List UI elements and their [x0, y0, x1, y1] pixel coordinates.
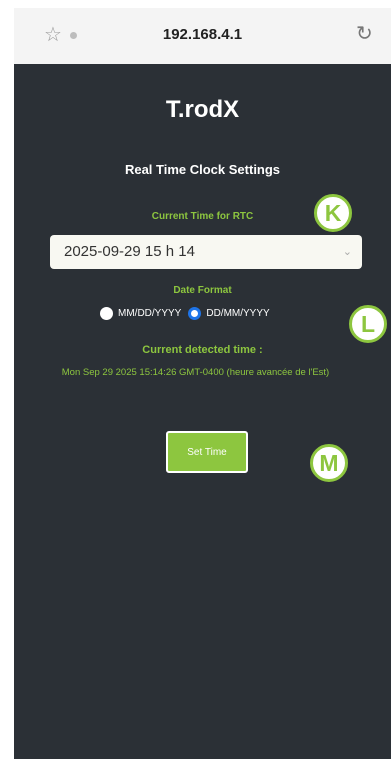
detected-time-value: Mon Sep 29 2025 15:14:26 GMT-0400 (heure… [61, 367, 330, 378]
date-format-radio-group: MM/DD/YYYY DD/MM/YYYY [100, 304, 277, 322]
date-format-label: Date Format [173, 285, 232, 296]
annotation-badge-m: M [310, 444, 348, 482]
radio-mmddyyyy[interactable] [100, 306, 113, 320]
rtc-time-value: 2025-09-29 15 h 14 [64, 243, 195, 260]
section-heading: Real Time Clock Settings [124, 162, 281, 177]
annotation-badge-k: K [314, 194, 352, 232]
browser-frame: ☆ 192.168.4.1 ↻ T.rodX Real Time Clock S… [14, 8, 391, 759]
reload-icon[interactable]: ↻ [356, 22, 373, 46]
radio-ddmmyyyy[interactable] [188, 306, 202, 320]
detected-time-label: Current detected time : [142, 344, 263, 356]
browser-address-bar: ☆ 192.168.4.1 ↻ [14, 8, 391, 64]
annotation-badge-l: L [349, 305, 387, 343]
url-text[interactable]: 192.168.4.1 [14, 26, 391, 43]
chevron-down-icon: ⌄ [342, 246, 352, 258]
radio-mmddyyyy-label[interactable]: MM/DD/YYYY [118, 308, 181, 319]
rtc-time-select[interactable]: 2025-09-29 15 h 14 ⌄ [50, 235, 362, 269]
page-title: T.rodX [165, 96, 240, 123]
radio-ddmmyyyy-label[interactable]: DD/MM/YYYY [206, 308, 269, 319]
set-time-button[interactable]: Set Time [166, 431, 248, 473]
